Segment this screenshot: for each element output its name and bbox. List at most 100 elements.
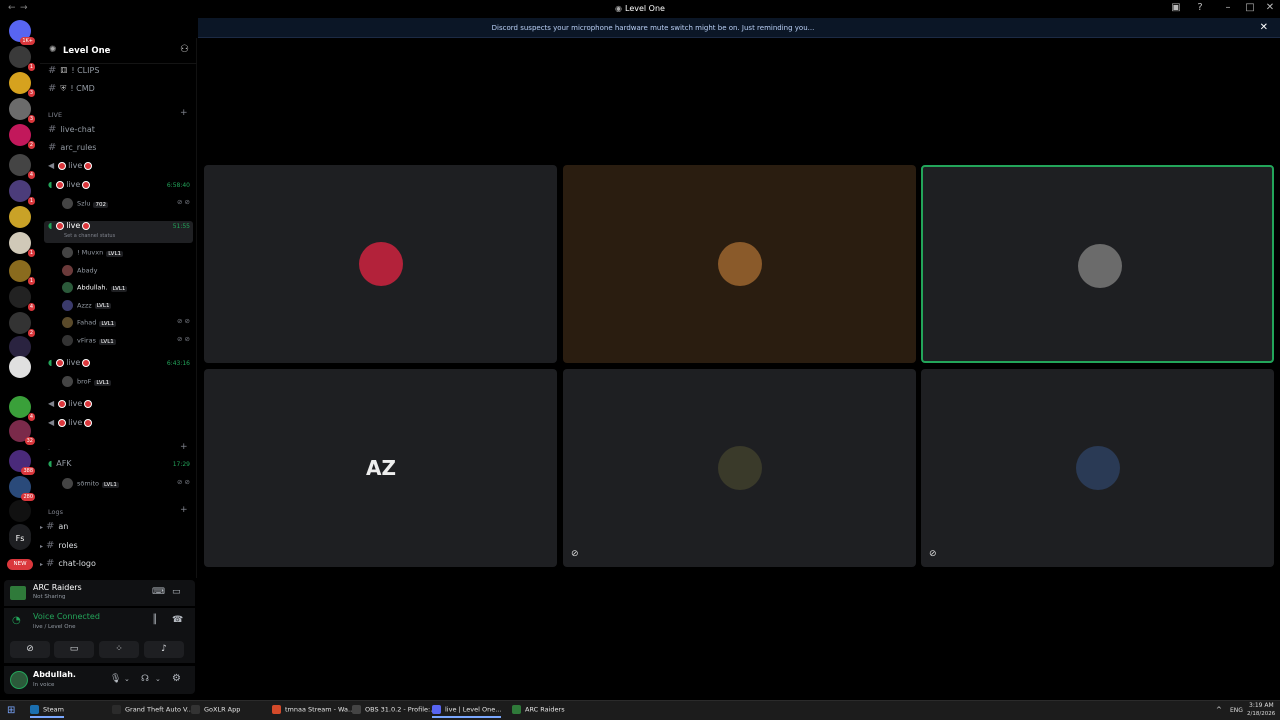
avatar[interactable] [10, 671, 28, 689]
participant-tile[interactable] [204, 165, 557, 363]
unread-badge: 3 [27, 115, 35, 123]
server-icon-fs[interactable]: Fs [9, 528, 31, 550]
text-channel[interactable]: ▸ # chat-logo [40, 558, 96, 569]
server-icon[interactable]: 1 [9, 260, 35, 285]
server-icon[interactable]: 32 [9, 420, 35, 445]
server-icon[interactable]: 388 [9, 450, 35, 475]
tray-chevron-icon[interactable]: ^ [1216, 706, 1222, 714]
participant-tile[interactable] [921, 165, 1274, 363]
text-channel[interactable]: # arc_rules [48, 142, 96, 153]
inbox-icon[interactable]: ▣ [1168, 2, 1184, 13]
server-icon[interactable]: 2 [9, 124, 35, 149]
participant-tile[interactable]: ⊘ [563, 369, 916, 567]
participant-tile[interactable]: AZ [204, 369, 557, 567]
minimize-icon[interactable]: – [1220, 2, 1236, 13]
participant-tile[interactable]: ⊘ [921, 369, 1274, 567]
voice-channel[interactable]: ◀ live [48, 399, 93, 408]
server-icon[interactable] [9, 206, 31, 228]
voice-user[interactable]: ! Muvxn LVL1 [62, 247, 124, 258]
camera-button[interactable]: ⊘ [10, 641, 50, 658]
category-live[interactable]: LIVE [48, 111, 62, 119]
taskbar-app[interactable]: ARC Raiders [512, 705, 565, 714]
server-header[interactable]: ✺ Level One ⌄ ⚇ [40, 38, 197, 64]
server-icon[interactable] [9, 356, 31, 378]
voice-user[interactable]: Abady [62, 264, 98, 276]
start-windows-icon[interactable]: ⊞ [7, 705, 15, 716]
server-icon[interactable] [9, 336, 31, 358]
voice-channel-afk[interactable]: ◖ AFK [48, 459, 72, 468]
category-unnamed[interactable]: · [48, 446, 50, 454]
server-icon[interactable]: 1 [9, 232, 35, 257]
disconnect-icon[interactable]: ☎ [172, 615, 183, 625]
chevron-down-icon[interactable]: ⌄ [124, 675, 130, 683]
chevron-down-icon[interactable]: ⌄ [155, 675, 161, 683]
text-channel[interactable]: # live-chat [48, 124, 95, 135]
invite-icon[interactable]: ⚇ [180, 44, 189, 55]
activities-button[interactable]: ⁘ [99, 641, 139, 658]
add-channel-icon[interactable]: + [180, 505, 188, 515]
server-icon[interactable]: 1 [9, 46, 35, 71]
voice-user[interactable]: Abdullah. LVL1 [62, 282, 128, 294]
taskbar: ⊞ Steam Grand Theft Auto V... GoXLR App tmn… [0, 700, 1280, 720]
channel-name: AFK [56, 459, 72, 468]
server-icon[interactable]: 4 [9, 396, 35, 421]
language-indicator[interactable]: ENG [1230, 707, 1243, 714]
headset-icon[interactable]: ☊ [141, 674, 149, 684]
voice-user[interactable]: sōmito LVL1 [62, 478, 119, 489]
microphone-icon[interactable]: 🎙 [110, 674, 121, 684]
voice-user[interactable]: Fahad LVL1 [62, 317, 117, 329]
settings-gear-icon[interactable]: ⚙ [172, 673, 181, 684]
server-icon[interactable]: 4 [9, 286, 35, 311]
voice-user[interactable]: Szlu 702 [62, 198, 108, 209]
username[interactable]: Abdullah. [33, 670, 76, 679]
signal-icon[interactable]: ◔ [12, 615, 21, 626]
channel-status[interactable]: Set a channel status [64, 233, 115, 239]
text-channel[interactable]: ▸ # roles [40, 540, 78, 551]
add-channel-icon[interactable]: + [180, 108, 188, 118]
voice-user[interactable]: broF LVL1 [62, 376, 112, 387]
category-logs[interactable]: Logs [48, 508, 63, 516]
clock-time[interactable]: 3:19 AM [1249, 702, 1274, 709]
text-channel[interactable]: # ⚅! CLIPS [48, 65, 99, 76]
participant-tile[interactable] [563, 165, 916, 363]
voice-channel[interactable]: ◖ live [48, 180, 91, 189]
add-channel-icon[interactable]: + [180, 442, 188, 452]
taskbar-app[interactable]: OBS 31.0.2 - Profile:... [352, 705, 436, 714]
server-icon[interactable] [9, 500, 31, 522]
voice-channel[interactable]: ◖ live [44, 221, 193, 243]
server-icon[interactable]: 2 [9, 312, 35, 337]
text-channel[interactable]: ▸ # an [40, 521, 68, 532]
voice-user[interactable]: Azzz LVL1 [62, 299, 112, 311]
taskbar-app[interactable]: GoXLR App [191, 705, 240, 714]
maximize-icon[interactable]: □ [1242, 2, 1258, 13]
gamepad-icon[interactable]: ⌨ [152, 587, 165, 597]
taskbar-app[interactable]: live | Level One... [432, 705, 502, 718]
help-icon[interactable]: ? [1192, 2, 1208, 13]
server-icon[interactable]: 1 [9, 180, 35, 205]
taskbar-app[interactable]: Grand Theft Auto V... [112, 705, 193, 714]
server-icon[interactable]: 4 [9, 154, 35, 179]
voice-location[interactable]: live / Level One [33, 624, 76, 630]
close-window-icon[interactable]: ✕ [1262, 2, 1278, 13]
clock-date[interactable]: 2/18/2026 [1247, 711, 1275, 717]
taskbar-app[interactable]: tmnaa Stream - Wa... [272, 705, 354, 714]
voice-channel[interactable]: ◀ live [48, 161, 93, 170]
screen-share-icon[interactable]: ▭ [172, 587, 181, 597]
new-badge[interactable]: NEW [7, 559, 33, 570]
noise-suppression-icon[interactable]: ║ [152, 615, 157, 625]
voice-channel[interactable]: ◖ live [48, 358, 91, 367]
notice-close-icon[interactable]: ✕ [1260, 22, 1268, 33]
server-icon[interactable]: 280 [9, 476, 35, 501]
screen-share-button[interactable]: ▭ [54, 641, 94, 658]
voice-channel[interactable]: ◀ live [48, 418, 93, 427]
server-icon[interactable]: 3 [9, 98, 35, 123]
taskbar-app[interactable]: Steam [30, 705, 64, 718]
unread-badge: 4 [27, 171, 35, 179]
voice-user[interactable]: vFiras LVL1 [62, 335, 116, 346]
server-icon[interactable]: 3 [9, 72, 35, 97]
text-channel[interactable]: # ⛨! CMD [48, 83, 95, 94]
participant-avatar [359, 242, 403, 286]
soundboard-button[interactable]: ♪ [144, 641, 184, 658]
server-icon[interactable]: 1K+ [9, 20, 35, 45]
voice-title[interactable]: Voice Connected [33, 612, 100, 621]
